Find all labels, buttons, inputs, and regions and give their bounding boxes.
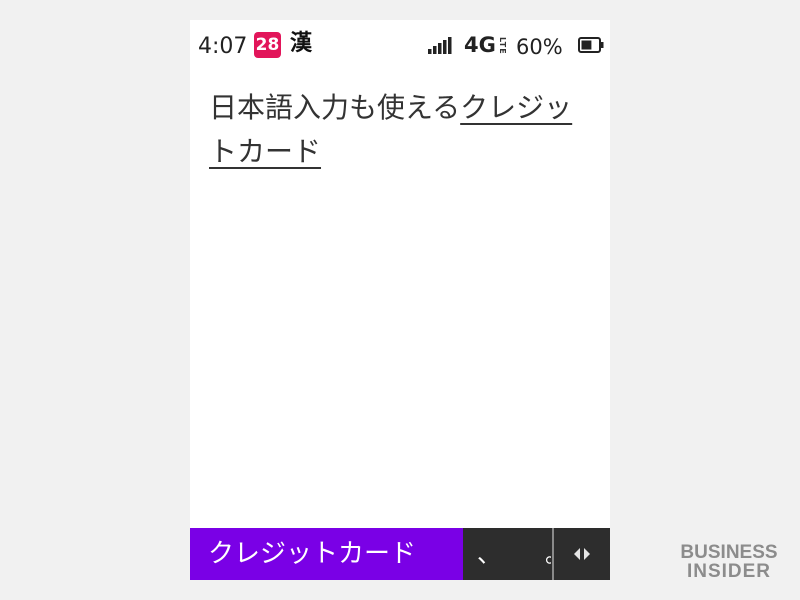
candidate-period: 。 bbox=[545, 528, 551, 580]
candidate-selected[interactable]: クレジットカード bbox=[190, 528, 463, 580]
candidate-comma: 、 bbox=[477, 540, 501, 568]
logo-line-2: INSIDER bbox=[686, 561, 772, 582]
phone-screen: 4:07 28 漢 4G LTE 60% 日本語入力も使えるクレジットカード ク… bbox=[190, 20, 610, 580]
left-right-arrows-icon[interactable] bbox=[554, 528, 610, 580]
signal-strength-icon bbox=[428, 37, 452, 54]
battery-percent: 60% bbox=[516, 35, 563, 59]
ime-mode-indicator: 漢 bbox=[290, 31, 313, 56]
business-insider-logo: BUSINESS INSIDER bbox=[676, 543, 782, 581]
text-editor[interactable]: 日本語入力も使えるクレジットカード bbox=[209, 86, 594, 174]
logo-line-1: BUSINESS bbox=[680, 542, 778, 563]
status-bar: 4:07 28 漢 4G LTE 60% bbox=[190, 20, 610, 70]
committed-text: 日本語入力も使える bbox=[209, 91, 461, 124]
ime-candidate-bar: クレジットカード 、 。 bbox=[190, 528, 610, 580]
status-time: 4:07 bbox=[198, 34, 248, 59]
network-type: 4G bbox=[464, 33, 496, 57]
candidate-item[interactable]: 、 。 bbox=[463, 528, 551, 580]
battery-icon bbox=[578, 37, 604, 53]
notification-badge: 28 bbox=[254, 32, 281, 58]
network-lte-label: LTE bbox=[498, 37, 507, 55]
